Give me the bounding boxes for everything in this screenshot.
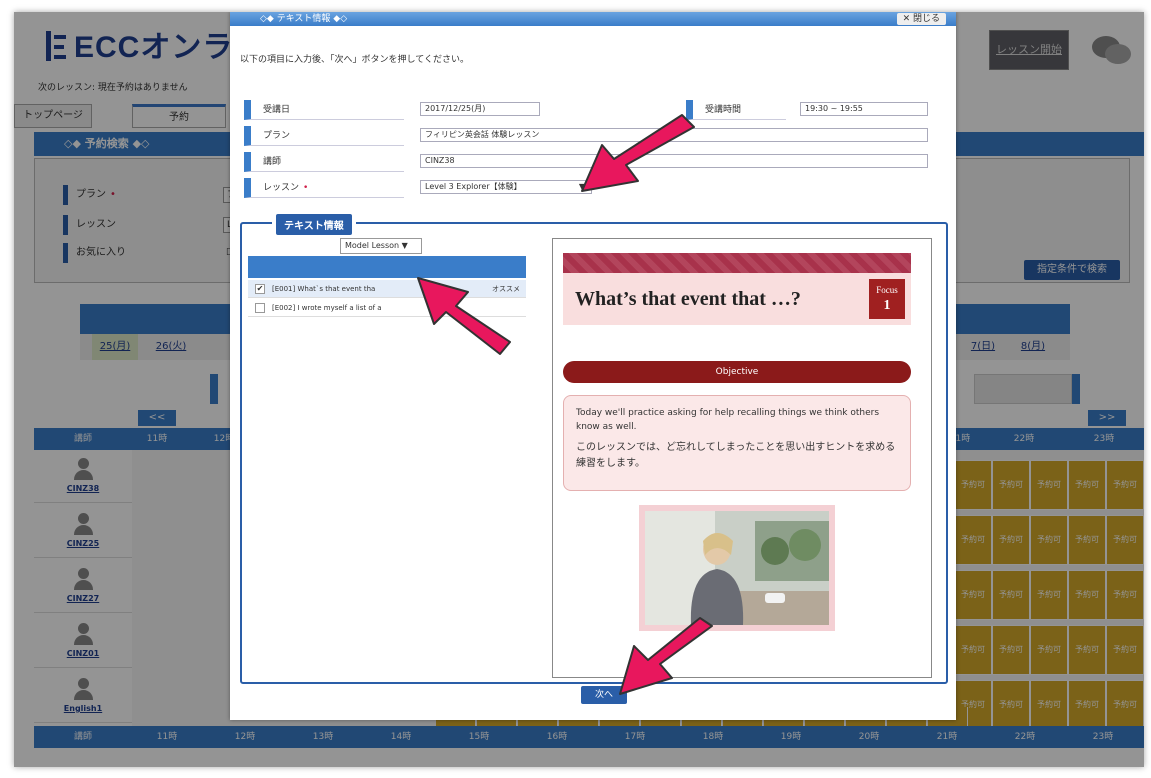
field-date-value: 2017/12/25(月) [420, 102, 540, 116]
objective-english: Today we'll practice asking for help rec… [576, 408, 880, 432]
text-list-item[interactable]: [E002] I wrote myself a list of a [248, 299, 526, 317]
text-info-panel: テキスト情報 Model Lesson ▼ ✔ [E001] What`s th… [240, 214, 948, 684]
field-plan-label: プラン [244, 126, 404, 146]
modal-title: ◇◆ テキスト情報 ◆◇ [230, 12, 956, 26]
text-info-label: テキスト情報 [272, 214, 356, 235]
field-plan-value: フィリピン英会話 体験レッスン [420, 128, 928, 142]
text-item-title: [E002] I wrote myself a list of a [272, 304, 382, 312]
text-list-item[interactable]: ✔ [E001] What`s that event tha オススメ [248, 280, 526, 298]
model-lesson-select[interactable]: Model Lesson ▼ [340, 238, 422, 254]
text-info-modal: ◇◆ テキスト情報 ◆◇ ✕ 閉じる 以下の項目に入力後、「次へ」ボタンを押して… [230, 12, 956, 720]
checkbox[interactable] [255, 303, 265, 313]
checkbox[interactable]: ✔ [255, 284, 265, 294]
close-button[interactable]: ✕ 閉じる [896, 13, 946, 25]
text-item-title: [E001] What`s that event tha [272, 285, 376, 293]
recommended-tag: オススメ [492, 285, 520, 293]
lesson-photo [639, 505, 835, 631]
woman-thinking-image [645, 511, 829, 625]
objective-box: Today we'll practice asking for help rec… [563, 395, 911, 491]
next-button[interactable]: 次へ [581, 686, 627, 704]
focus-badge: Focus 1 [869, 279, 905, 319]
field-time-label: 受講時間 [686, 100, 786, 120]
lesson-select[interactable]: Level 3 Explorer【体験】 ▼ [420, 180, 592, 194]
lesson-preview[interactable]: What’s that event that …? Focus 1 Objecti… [552, 238, 932, 678]
field-date-label: 受講日 [244, 100, 404, 120]
modal-instructions: 以下の項目に入力後、「次へ」ボタンを押してください。 [240, 55, 469, 65]
preview-title: What’s that event that …? Focus 1 [563, 273, 911, 325]
field-teacher-label: 講師 [244, 152, 404, 172]
field-lesson-label: レッスン • [244, 178, 404, 198]
dropdown-arrow-icon: ▼ [401, 241, 408, 250]
screenshot-frame: ECCオンライン レッスン開始 次のレッスン: 現在予約はありません トップペー… [14, 12, 1144, 767]
dropdown-arrow-icon: ▼ [578, 182, 585, 191]
text-list-header [248, 256, 526, 278]
field-time-value: 19:30 ~ 19:55 [800, 102, 928, 116]
preview-banner [563, 253, 911, 273]
objective-label: Objective [563, 361, 911, 383]
field-teacher-value: CINZ38 [420, 154, 928, 168]
objective-japanese: このレッスンでは、ど忘れしてしまったことを思い出すヒントを求める練習をします。 [576, 442, 896, 469]
